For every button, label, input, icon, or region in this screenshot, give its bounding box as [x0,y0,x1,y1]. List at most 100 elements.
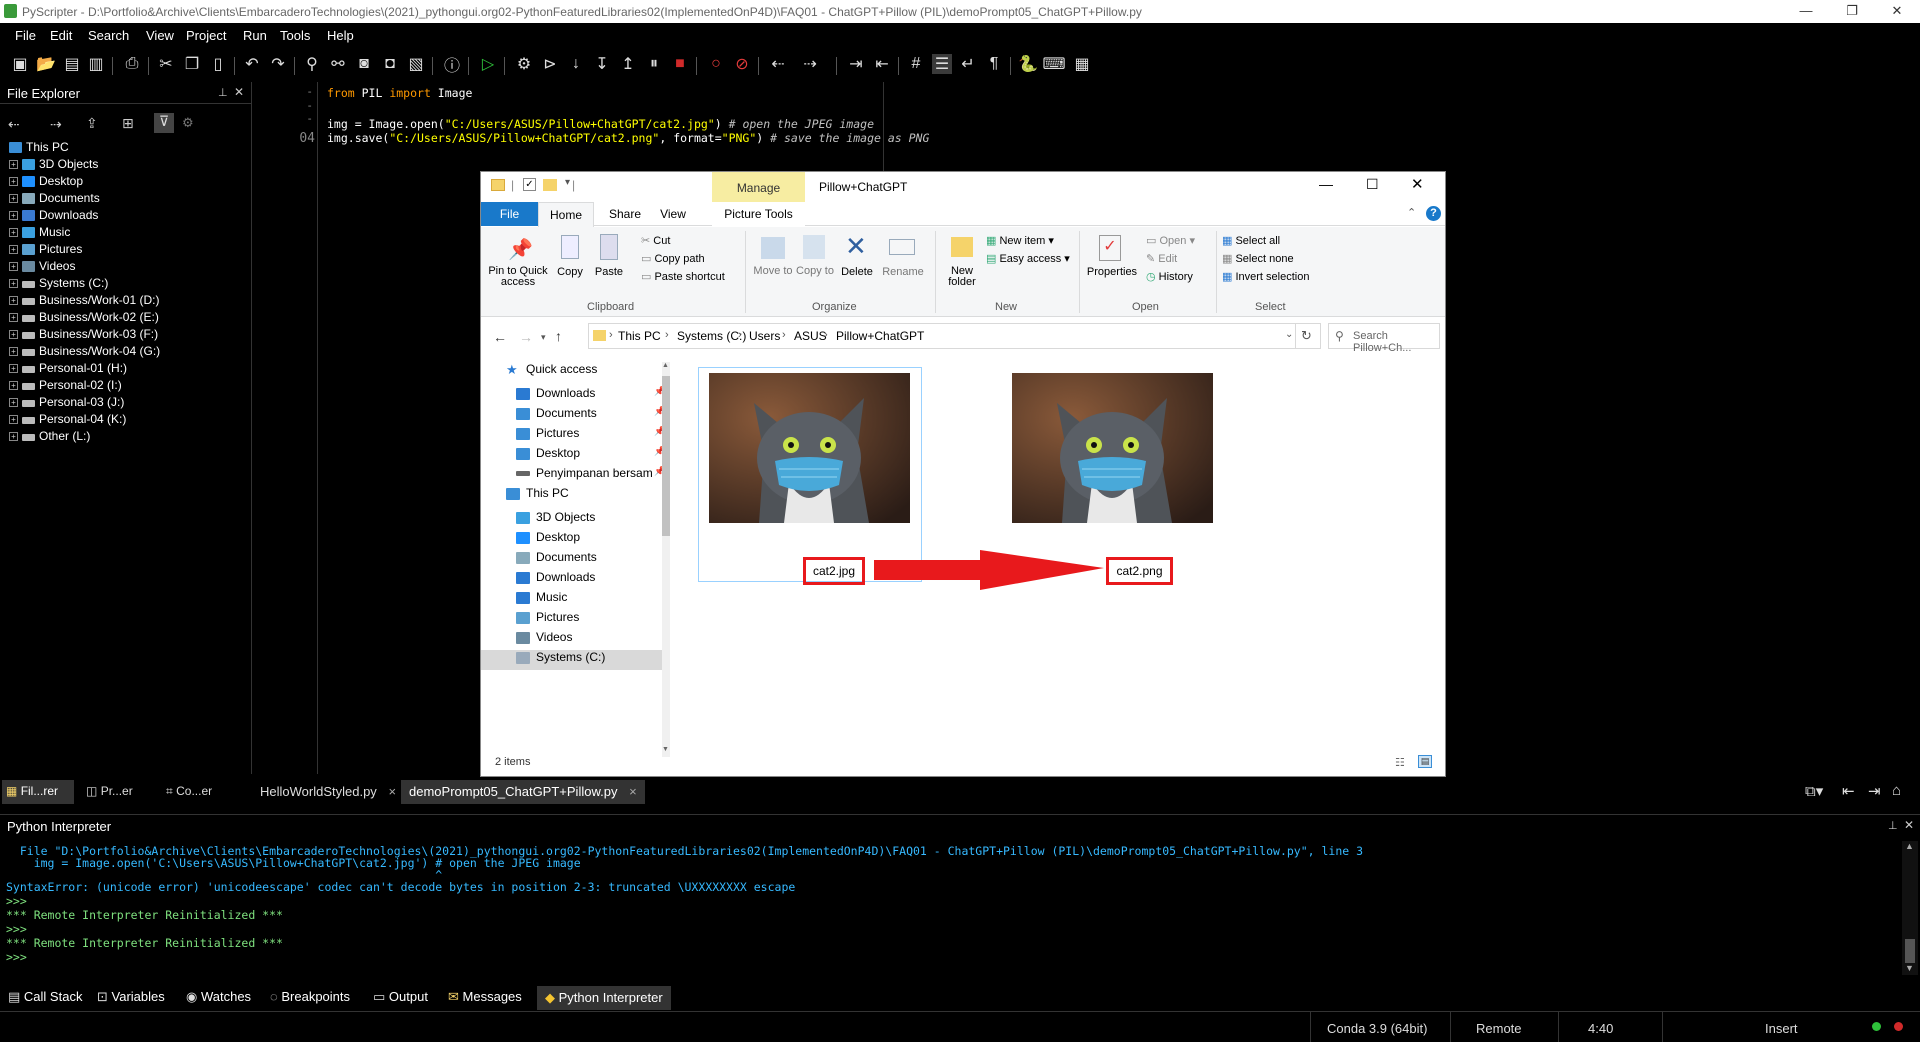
edit-button[interactable]: ✎ Edit [1146,252,1177,265]
keyboard-icon[interactable]: ⌨ [1042,54,1065,74]
menu-search[interactable]: Search [88,28,129,43]
tab-messages[interactable]: ✉ Messages [448,989,522,1005]
tab-output[interactable]: ▭ Output [373,989,428,1005]
panel-close-icon[interactable]: ✕ [234,85,244,99]
tab-variables[interactable]: ⊡ Variables [97,989,165,1005]
menu-file[interactable]: File [15,28,36,43]
forward-icon[interactable]: ⇢ [800,54,820,74]
layout-icon[interactable]: ▦ [1072,54,1092,74]
step-over-icon[interactable]: ↧ [592,54,612,74]
settings-icon[interactable]: ⚙ [182,115,194,131]
file-name-cat2-png[interactable]: cat2.png [1106,557,1173,585]
nav-pc-item[interactable]: Pictures [516,610,579,630]
tab-python-interpreter[interactable]: ◆ Python Interpreter [537,986,671,1010]
folder-up-icon[interactable]: ⇪ [86,115,98,132]
expand-icon[interactable]: + [9,398,18,408]
large-icons-view-icon[interactable]: ▤ [1418,755,1432,768]
new-item-button[interactable]: ▦ New item ▾ [986,234,1054,247]
tree-item-this-pc[interactable]: This PC [9,140,69,157]
close-button[interactable]: ✕ [1411,175,1424,193]
save-layout-icon[interactable]: ⇤ [1842,782,1855,800]
find-references-icon[interactable]: ▧ [406,54,426,74]
tree-item[interactable]: + Business/Work-01 (D:) [9,293,159,310]
back-icon[interactable]: ← [493,329,507,345]
cut-button[interactable]: ✂ Cut [641,234,670,247]
cut-icon[interactable]: ✂ [156,54,176,74]
special-chars-icon[interactable]: ¶ [984,54,1004,74]
step-out-icon[interactable]: ↥ [618,54,638,74]
tab-watches[interactable]: ◉ Watches [186,989,251,1005]
tree-item[interactable]: + Music [9,225,70,242]
nav-pc-item[interactable]: Videos [516,630,572,650]
copy-icon[interactable]: ❐ [182,54,202,74]
run-to-cursor-icon[interactable]: ⊳ [540,54,560,74]
run-icon[interactable]: ▷ [478,54,498,74]
open-button[interactable]: ▭ Open ▾ [1146,234,1195,247]
interpreter-output[interactable]: File "D:\Portfolio&Archive\Clients\Embar… [0,844,1900,984]
pin-icon[interactable]: 📌 [654,466,662,477]
menu-view[interactable]: View [146,28,174,43]
recent-locations-icon[interactable]: ▾ [541,332,546,343]
expand-icon[interactable]: + [9,313,18,323]
tree-item[interactable]: + Documents [9,191,100,208]
pin-to-quick-access-button[interactable]: Pin to Quick access [485,266,551,288]
paste-icon[interactable]: ▯ [208,54,228,74]
collapse-ribbon-icon[interactable]: ⌃ [1407,206,1416,219]
invert-selection-button[interactable]: ▦ Invert selection [1222,270,1309,283]
menu-edit[interactable]: Edit [50,28,72,43]
tree-item[interactable]: + Personal-01 (H:) [9,361,127,378]
tab-project-explorer[interactable]: ◫ Pr...er [86,784,133,798]
pin-icon[interactable]: 📌 [654,446,662,457]
panel-close-icon[interactable]: ✕ [1904,818,1914,832]
copy-button[interactable]: Copy [555,266,585,278]
word-wrap-icon[interactable]: ↵ [958,54,978,74]
info-icon[interactable]: ⓘ [442,54,462,75]
nav-pc-item[interactable]: Desktop [516,530,580,550]
forward-icon[interactable]: ⇢ [50,116,62,133]
expand-icon[interactable]: + [9,177,18,187]
breadcrumb-users[interactable]: Users [749,329,780,343]
cat2-jpg-thumbnail[interactable] [709,373,910,523]
back-icon[interactable]: ⇠ [768,54,788,74]
easy-access-button[interactable]: ▤ Easy access ▾ [986,252,1070,265]
indent-icon[interactable]: ⇥ [846,54,866,74]
pin-icon[interactable]: ⊥ [218,86,228,99]
nav-quick-item[interactable]: Desktop 📌 [516,446,662,466]
nav-pc-item[interactable]: Downloads [516,570,595,590]
view-icon[interactable]: ⊞ [122,115,134,132]
pin-icon[interactable]: 📌 [654,426,662,437]
address-bar[interactable]: › This PC › Systems (C:) › Users › ASUS … [588,323,1321,349]
tree-item[interactable]: + Business/Work-03 (F:) [9,327,158,344]
view-tab[interactable]: View [653,207,693,221]
load-layout-icon[interactable]: ⇥ [1868,782,1881,800]
nav-scrollbar[interactable]: ▲ ▼ [662,362,670,757]
tab-hello-world[interactable]: HelloWorldStyled.py × [252,780,404,804]
dedent-icon[interactable]: ⇤ [872,54,892,74]
close-tab-icon[interactable]: × [629,784,637,799]
menu-tools[interactable]: Tools [280,28,310,43]
restore-button[interactable]: ❐ [1829,0,1875,23]
undo-icon[interactable]: ↶ [242,54,262,74]
properties-button[interactable]: Properties [1085,266,1139,278]
expand-icon[interactable]: + [9,296,18,306]
expand-icon[interactable]: + [9,262,18,272]
nav-this-pc[interactable]: This PC [506,486,569,506]
minimize-button[interactable]: — [1783,0,1829,23]
menu-help[interactable]: Help [327,28,354,43]
stop-icon[interactable]: ■ [670,54,690,74]
home-tab[interactable]: Home [538,202,594,227]
tree-item[interactable]: + Business/Work-04 (G:) [9,344,160,361]
tree-item[interactable]: + Business/Work-02 (E:) [9,310,159,327]
find-definition-icon[interactable]: ◘ [380,54,400,74]
expand-icon[interactable]: + [9,432,18,442]
comment-icon[interactable]: # [906,54,926,74]
manage-context-tab[interactable]: Manage [712,172,805,202]
picture-tools-tab[interactable]: Picture Tools [712,202,805,226]
menu-project[interactable]: Project [186,28,226,43]
back-icon[interactable]: ⇠ [8,116,20,133]
tree-item[interactable]: + Desktop [9,174,83,191]
open-file-icon[interactable]: 📂 [36,54,56,74]
expand-icon[interactable]: + [9,245,18,255]
expand-icon[interactable]: + [9,279,18,289]
save-icon[interactable]: ▤ [62,54,82,74]
